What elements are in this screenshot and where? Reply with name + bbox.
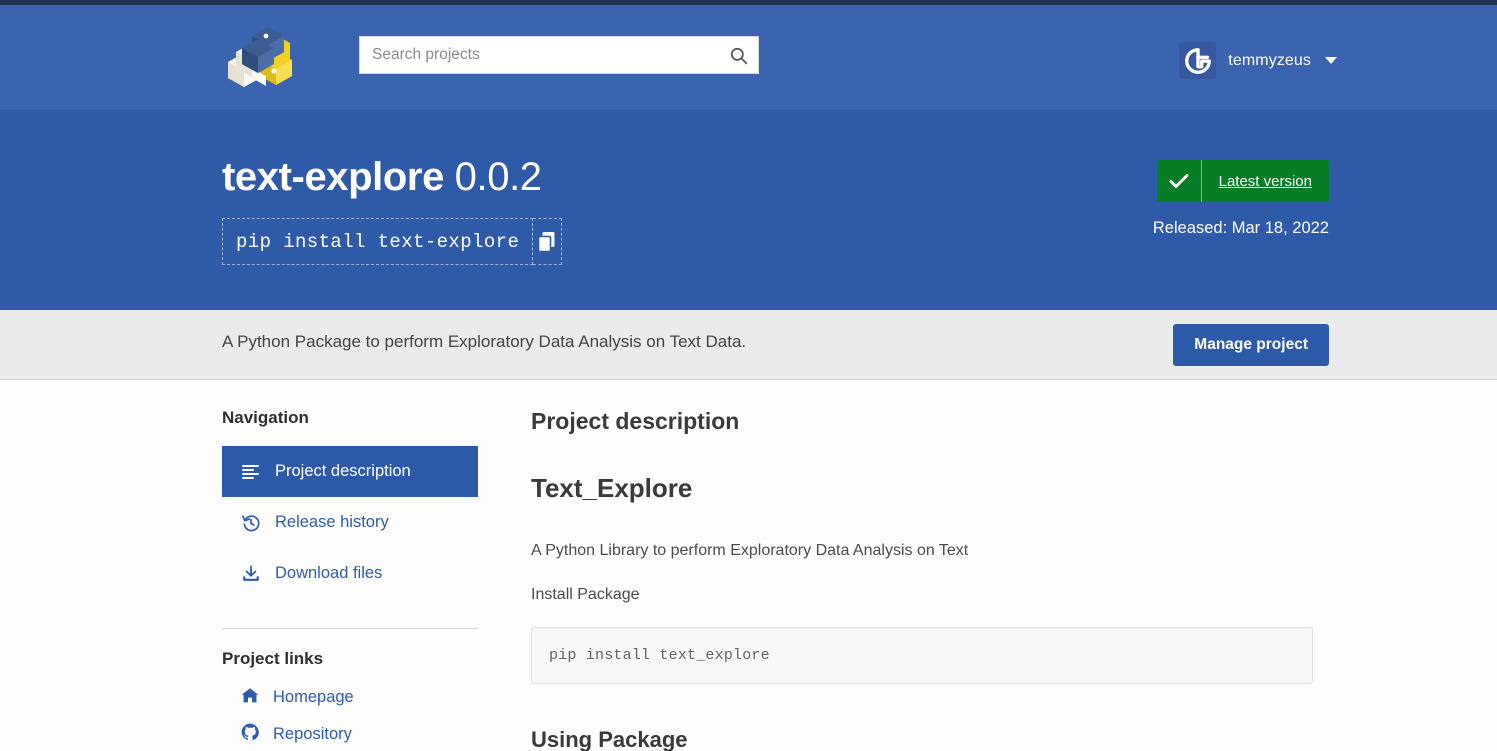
sidebar-item-release-history[interactable]: Release history xyxy=(222,497,478,548)
search-icon[interactable] xyxy=(718,37,758,73)
pip-install-command[interactable]: pip install text-explore xyxy=(222,218,534,265)
navigation-title: Navigation xyxy=(222,408,309,427)
manage-project-button[interactable]: Manage project xyxy=(1173,324,1329,366)
user-menu[interactable]: temmyzeus xyxy=(1179,42,1337,79)
copy-button[interactable] xyxy=(533,218,562,265)
chevron-down-icon[interactable] xyxy=(1325,57,1337,64)
site-header: temmyzeus xyxy=(0,5,1497,110)
align-left-icon xyxy=(241,464,260,479)
sidebar-item-download-files[interactable]: Download files xyxy=(222,548,478,599)
project-link-label: Homepage xyxy=(273,688,354,706)
username-label: temmyzeus xyxy=(1228,51,1311,69)
project-description-heading: Project description xyxy=(531,408,740,434)
copy-icon xyxy=(537,231,555,252)
sidebar-item-label: Project description xyxy=(275,462,411,480)
sidebar-item-label: Download files xyxy=(275,564,383,582)
search-input[interactable] xyxy=(360,37,718,73)
release-status-block: Latest version Released: Mar 18, 2022 xyxy=(1153,160,1329,238)
package-summary-band: A Python Package to perform Exploratory … xyxy=(0,310,1497,380)
page-title: text-explore 0.0.2 xyxy=(222,155,562,200)
latest-version-link[interactable]: Latest version xyxy=(1202,160,1329,202)
check-icon xyxy=(1157,160,1202,202)
project-link-repository[interactable]: Repository xyxy=(222,716,478,751)
pip-install-row: pip install text-explore xyxy=(222,218,562,265)
history-icon xyxy=(241,514,260,532)
package-summary: A Python Package to perform Exploratory … xyxy=(222,332,747,351)
readme-paragraph-1: A Python Library to perform Exploratory … xyxy=(531,542,969,559)
search-box[interactable] xyxy=(359,36,759,74)
readme-subtitle: Using Package xyxy=(531,727,688,751)
project-link-homepage[interactable]: Homepage xyxy=(222,679,478,716)
readme-title: Text_Explore xyxy=(531,473,693,503)
gravatar-avatar-icon xyxy=(1184,47,1211,74)
sidebar-item-label: Release history xyxy=(275,513,389,531)
sidebar-item-project-description[interactable]: Project description xyxy=(222,446,478,497)
home-icon xyxy=(241,687,259,709)
pypi-cubes-logo[interactable] xyxy=(222,22,294,90)
status-badge: Latest version xyxy=(1156,160,1329,202)
main-content: Project description Text_Explore A Pytho… xyxy=(531,408,1313,751)
readme-paragraph-2: Install Package xyxy=(531,585,640,603)
project-links-title: Project links xyxy=(222,649,324,668)
github-icon xyxy=(241,723,259,746)
page-body: Navigation Project description Release h… xyxy=(0,380,1497,751)
download-icon xyxy=(241,564,260,583)
avatar xyxy=(1179,42,1217,79)
released-date: Released: Mar 18, 2022 xyxy=(1152,219,1329,237)
package-name: text-explore xyxy=(222,155,444,199)
sidebar-divider xyxy=(222,628,478,629)
readme-code-block[interactable]: pip install text_explore xyxy=(531,627,1313,685)
package-version: 0.0.2 xyxy=(454,155,542,199)
sidebar: Navigation Project description Release h… xyxy=(222,408,478,751)
project-link-label: Repository xyxy=(273,725,352,743)
pypi-cubes-logo-icon xyxy=(228,27,292,87)
package-header: text-explore 0.0.2 pip install text-expl… xyxy=(222,155,562,265)
package-hero-banner: text-explore 0.0.2 pip install text-expl… xyxy=(0,110,1497,310)
